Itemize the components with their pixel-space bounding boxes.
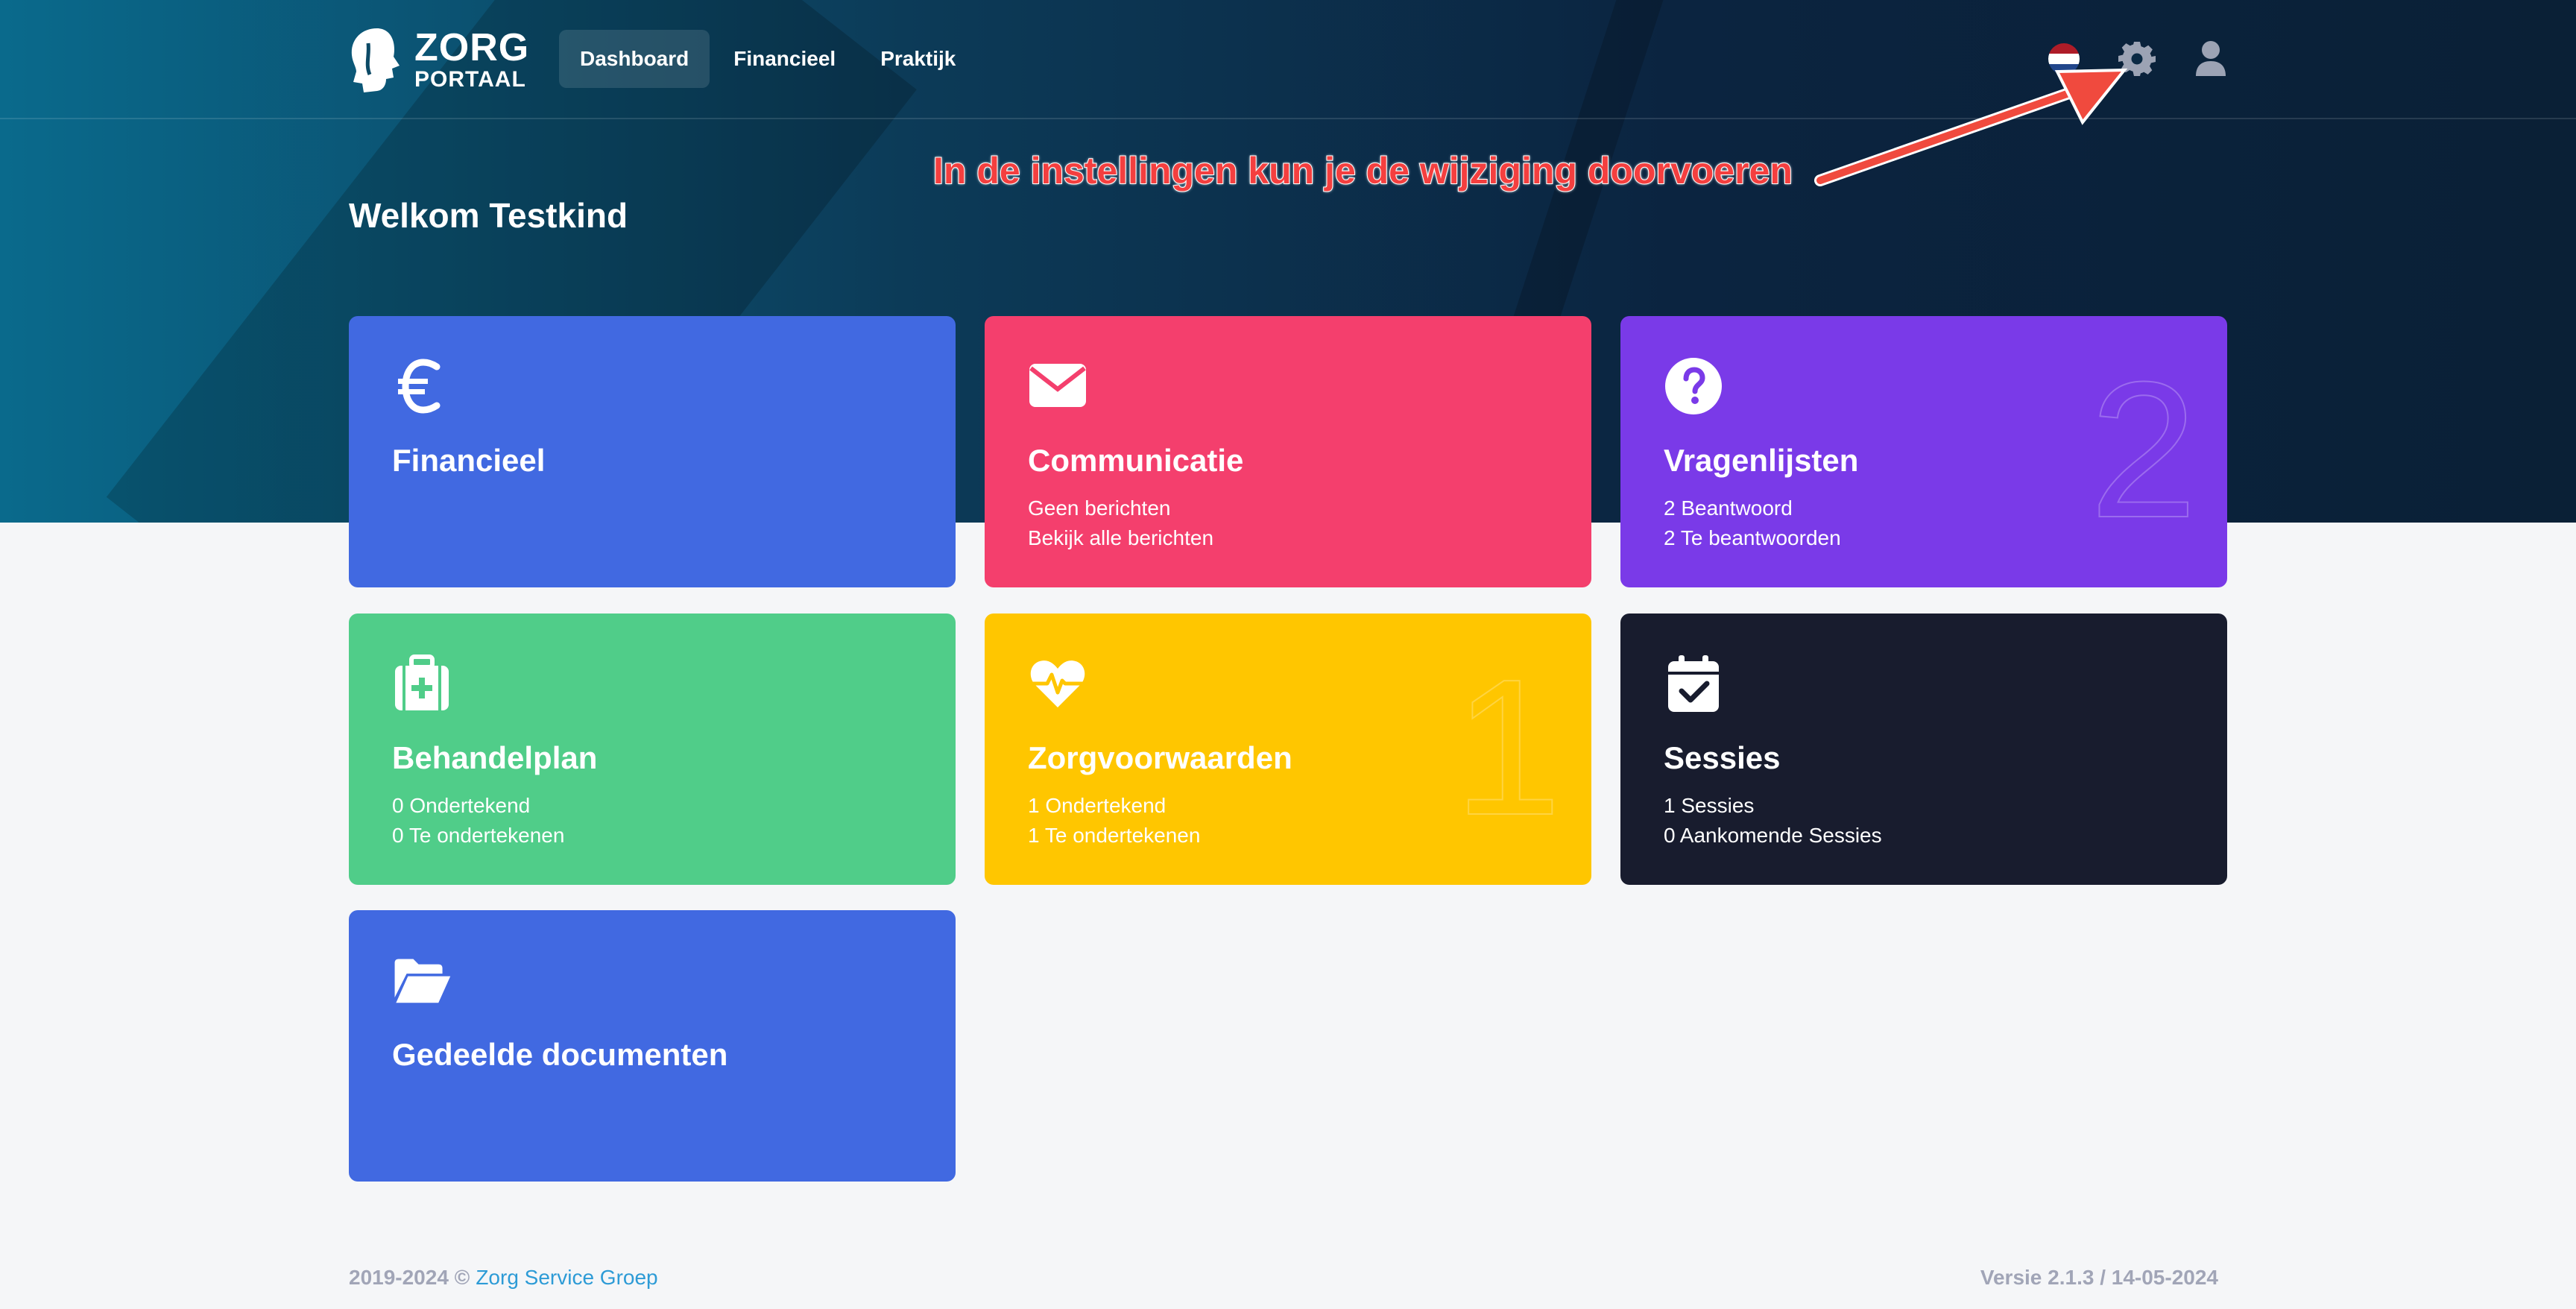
card-sessies[interactable]: Sessies 1 Sessies 0 Aankomende Sessies (1620, 614, 2227, 885)
card-title: Behandelplan (392, 740, 598, 775)
card-subtitle: 1 Ondertekend 1 Te ondertekenen (1028, 791, 1200, 851)
card-title: Zorgvoorwaarden (1028, 740, 1292, 775)
card-communicatie[interactable]: Communicatie Geen berichten Bekijk alle … (985, 316, 1591, 587)
card-subtitle: 1 Sessies 0 Aankomende Sessies (1664, 791, 1882, 851)
card-line: 0 Ondertekend (392, 794, 531, 817)
card-link[interactable]: Bekijk alle berichten (1028, 523, 1213, 553)
card-title: Vragenlijsten (1664, 443, 1859, 478)
company-link[interactable]: Zorg Service Groep (476, 1266, 657, 1289)
card-line: 2 Te beantwoorden (1664, 526, 1841, 549)
calendar-check-icon (1668, 655, 1719, 712)
card-line: 1 Sessies (1664, 794, 1755, 817)
page-title: Welkom Testkind (349, 196, 628, 235)
heartbeat-icon (1030, 660, 1085, 707)
logo-line2: PORTAAL (414, 67, 526, 92)
euro-icon (398, 359, 441, 414)
annotation-text: In de instellingen kun je de wijziging d… (932, 149, 1793, 192)
card-badge-number: 1 (1453, 640, 1562, 856)
card-line: 1 Ondertekend (1028, 794, 1167, 817)
card-gedeelde-documenten[interactable]: Gedeelde documenten (349, 910, 956, 1182)
card-line: 1 Te ondertekenen (1028, 824, 1201, 847)
card-title: Financieel (392, 443, 546, 478)
card-badge-number: 2 (2089, 342, 2198, 558)
card-title: Sessies (1664, 740, 1781, 775)
footer-version: Versie 2.1.3 / 14-05-2024 (1980, 1266, 2218, 1289)
card-line: 2 Beantwoord (1664, 496, 1793, 520)
copyright-text: 2019-2024 © (349, 1266, 470, 1289)
card-line: 0 Aankomende Sessies (1664, 824, 1882, 847)
card-subtitle: Geen berichten Bekijk alle berichten (1028, 493, 1213, 553)
card-subtitle: 2 Beantwoord 2 Te beantwoorden (1664, 493, 1841, 553)
main-nav: Dashboard Financieel Praktijk (559, 30, 979, 88)
card-title: Communicatie (1028, 443, 1244, 478)
envelope-icon (1029, 364, 1086, 407)
card-zorgvoorwaarden[interactable]: 1 Zorgvoorwaarden 1 Ondertekend 1 Te ond… (985, 614, 1591, 885)
nav-financieel[interactable]: Financieel (713, 30, 856, 88)
footer-copyright: 2019-2024 © Zorg Service Groep (349, 1266, 658, 1290)
logo[interactable]: ZORG PORTAAL (347, 25, 529, 94)
head-profile-icon (351, 28, 400, 92)
folder-open-icon (394, 959, 451, 1003)
nav-praktijk[interactable]: Praktijk (859, 30, 976, 88)
question-circle-icon (1665, 358, 1722, 414)
page: ZORG PORTAAL Dashboard Financieel Prakti… (0, 0, 2576, 1309)
card-line: Geen berichten (1028, 496, 1171, 520)
card-behandelplan[interactable]: Behandelplan 0 Ondertekend 0 Te ondertek… (349, 614, 956, 885)
logo-line1: ZORG (414, 26, 530, 69)
card-subtitle: 0 Ondertekend 0 Te ondertekenen (392, 791, 564, 851)
nav-dashboard[interactable]: Dashboard (559, 30, 710, 88)
card-title: Gedeelde documenten (392, 1037, 728, 1072)
card-vragenlijsten[interactable]: 2 Vragenlijsten 2 Beantwoord 2 Te beantw… (1620, 316, 2227, 587)
card-line: 0 Te ondertekenen (392, 824, 565, 847)
logo-text: ZORG PORTAAL (414, 28, 529, 91)
user-icon[interactable] (2194, 40, 2227, 78)
medkit-icon (395, 654, 449, 710)
nav-divider (0, 118, 2576, 119)
annotation-arrow-icon (1814, 68, 2128, 186)
card-financieel[interactable]: Financieel (349, 316, 956, 587)
